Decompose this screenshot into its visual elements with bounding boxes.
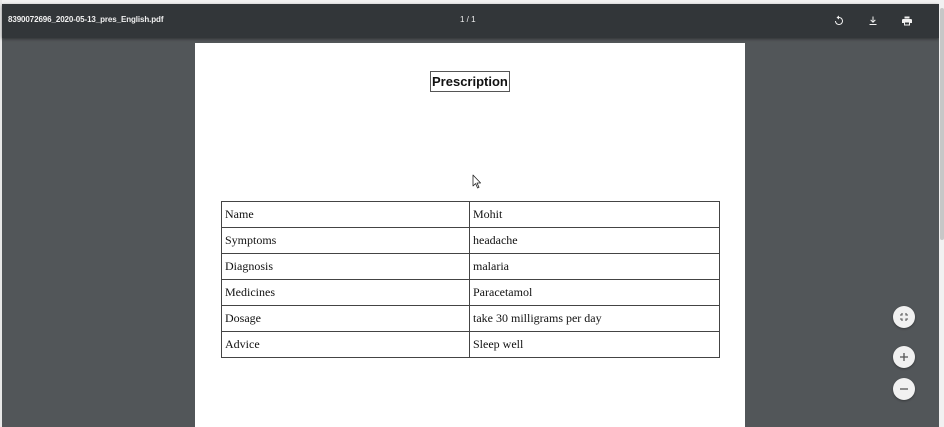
plus-icon <box>900 353 908 361</box>
prescription-table: Name Mohit Symptoms headache Diagnosis m… <box>221 201 720 358</box>
table-row: Diagnosis malaria <box>221 253 720 280</box>
pdf-page: Prescription Name Mohit Symptoms headach… <box>195 43 745 427</box>
minus-icon <box>900 388 908 390</box>
row-label: Name <box>221 201 470 228</box>
window-left-border <box>0 0 2 427</box>
rotate-button[interactable] <box>830 12 848 30</box>
zoom-out-button[interactable] <box>893 378 915 400</box>
print-button[interactable] <box>898 12 916 30</box>
row-label: Symptoms <box>221 227 470 254</box>
rotate-icon <box>835 15 843 25</box>
row-value: malaria <box>469 253 720 280</box>
table-row: Advice Sleep well <box>221 331 720 358</box>
row-value: Paracetamol <box>469 279 720 306</box>
row-value: Mohit <box>469 201 720 228</box>
download-button[interactable] <box>864 12 882 30</box>
table-row: Dosage take 30 milligrams per day <box>221 305 720 332</box>
table-row: Name Mohit <box>221 201 720 228</box>
page-title: Prescription <box>430 71 510 92</box>
download-icon <box>869 16 877 25</box>
fit-to-page-button[interactable] <box>893 306 915 328</box>
mouse-cursor-icon <box>472 174 481 189</box>
table-row: Symptoms headache <box>221 227 720 254</box>
row-value: take 30 milligrams per day <box>469 305 720 332</box>
scrollbar-thumb[interactable] <box>940 8 944 240</box>
print-icon <box>902 16 912 26</box>
row-label: Medicines <box>221 279 470 306</box>
row-label: Advice <box>221 331 470 358</box>
row-value: headache <box>469 227 720 254</box>
table-row: Medicines Paracetamol <box>221 279 720 306</box>
row-value: Sleep well <box>469 331 720 358</box>
row-label: Diagnosis <box>221 253 470 280</box>
document-title: 8390072696_2020-05-13_pres_English.pdf <box>8 15 164 24</box>
pdf-toolbar: 8390072696_2020-05-13_pres_English.pdf 1… <box>2 4 939 38</box>
row-label: Dosage <box>221 305 470 332</box>
zoom-in-button[interactable] <box>893 346 915 368</box>
page-indicator: 1 / 1 <box>460 15 476 24</box>
vertical-scrollbar[interactable] <box>939 0 944 427</box>
fit-to-page-icon <box>900 313 908 321</box>
